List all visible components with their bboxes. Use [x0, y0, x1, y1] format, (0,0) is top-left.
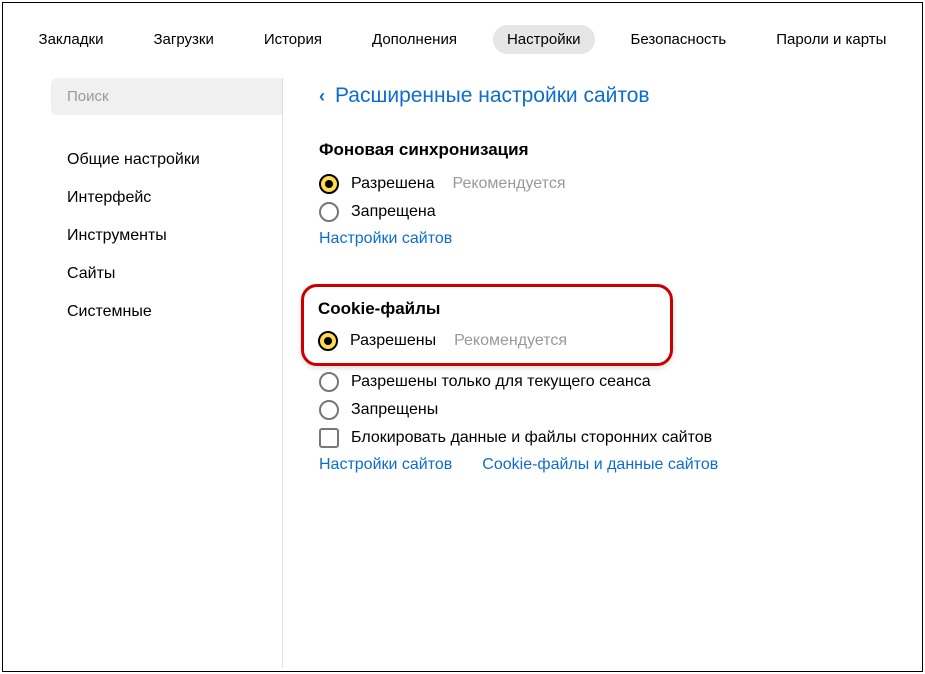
back-link[interactable]: ‹ Расширенные настройки сайтов [319, 84, 922, 108]
cookies-title: Cookie-файлы [318, 299, 656, 319]
cookies-highlight-box: Cookie-файлы Разрешены Рекомендуется [301, 284, 673, 366]
radio-on-icon [319, 174, 339, 194]
bg-sync-allowed-option[interactable]: Разрешена Рекомендуется [319, 174, 922, 194]
checkbox-off-icon [319, 428, 339, 448]
tab-bookmarks[interactable]: Закладки [25, 25, 118, 54]
cookies-section: Cookie-файлы Разрешены Рекомендуется Раз… [319, 284, 922, 474]
sidebar-item-general[interactable]: Общие настройки [51, 141, 282, 179]
sidebar-item-tools[interactable]: Инструменты [51, 217, 282, 255]
cookies-allowed-option[interactable]: Разрешены Рекомендуется [318, 331, 656, 351]
bg-sync-section: Фоновая синхронизация Разрешена Рекоменд… [319, 140, 922, 248]
radio-off-icon [319, 400, 339, 420]
cookies-session-label: Разрешены только для текущего сеанса [351, 373, 651, 391]
radio-on-icon [318, 331, 338, 351]
cookies-blocked-label: Запрещены [351, 401, 438, 419]
search-input[interactable]: Поиск [51, 78, 282, 115]
cookies-sites-link[interactable]: Настройки сайтов [319, 456, 452, 474]
tab-history[interactable]: История [250, 25, 336, 54]
cookies-data-link[interactable]: Cookie-файлы и данные сайтов [482, 456, 718, 474]
tab-security[interactable]: Безопасность [617, 25, 741, 54]
tab-extensions[interactable]: Дополнения [358, 25, 471, 54]
cookies-block-third-party-option[interactable]: Блокировать данные и файлы сторонних сай… [319, 428, 922, 448]
sidebar-item-interface[interactable]: Интерфейс [51, 179, 282, 217]
main-panel: ‹ Расширенные настройки сайтов Фоновая с… [283, 78, 922, 668]
bg-sync-title: Фоновая синхронизация [319, 140, 922, 160]
bg-sync-disallowed-label: Запрещена [351, 203, 436, 221]
chevron-left-icon: ‹ [319, 86, 325, 107]
bg-sync-disallowed-option[interactable]: Запрещена [319, 202, 922, 222]
radio-off-icon [319, 372, 339, 392]
cookies-allowed-label: Разрешены [350, 332, 436, 350]
tab-downloads[interactable]: Загрузки [139, 25, 227, 54]
bg-sync-allowed-label: Разрешена [351, 175, 434, 193]
tab-passwords[interactable]: Пароли и карты [762, 25, 900, 54]
recommended-label: Рекомендуется [454, 332, 567, 350]
bg-sync-sites-link[interactable]: Настройки сайтов [319, 230, 452, 248]
cookies-session-option[interactable]: Разрешены только для текущего сеанса [319, 372, 922, 392]
sidebar: Поиск Общие настройки Интерфейс Инструме… [51, 78, 283, 668]
cookies-block-3p-label: Блокировать данные и файлы сторонних сай… [351, 429, 712, 447]
recommended-label: Рекомендуется [452, 175, 565, 193]
sidebar-item-sites[interactable]: Сайты [51, 255, 282, 293]
cookies-blocked-option[interactable]: Запрещены [319, 400, 922, 420]
back-label: Расширенные настройки сайтов [335, 84, 650, 108]
top-nav: Закладки Загрузки История Дополнения Нас… [3, 3, 922, 78]
sidebar-item-system[interactable]: Системные [51, 293, 282, 331]
tab-settings[interactable]: Настройки [493, 25, 595, 54]
radio-off-icon [319, 202, 339, 222]
